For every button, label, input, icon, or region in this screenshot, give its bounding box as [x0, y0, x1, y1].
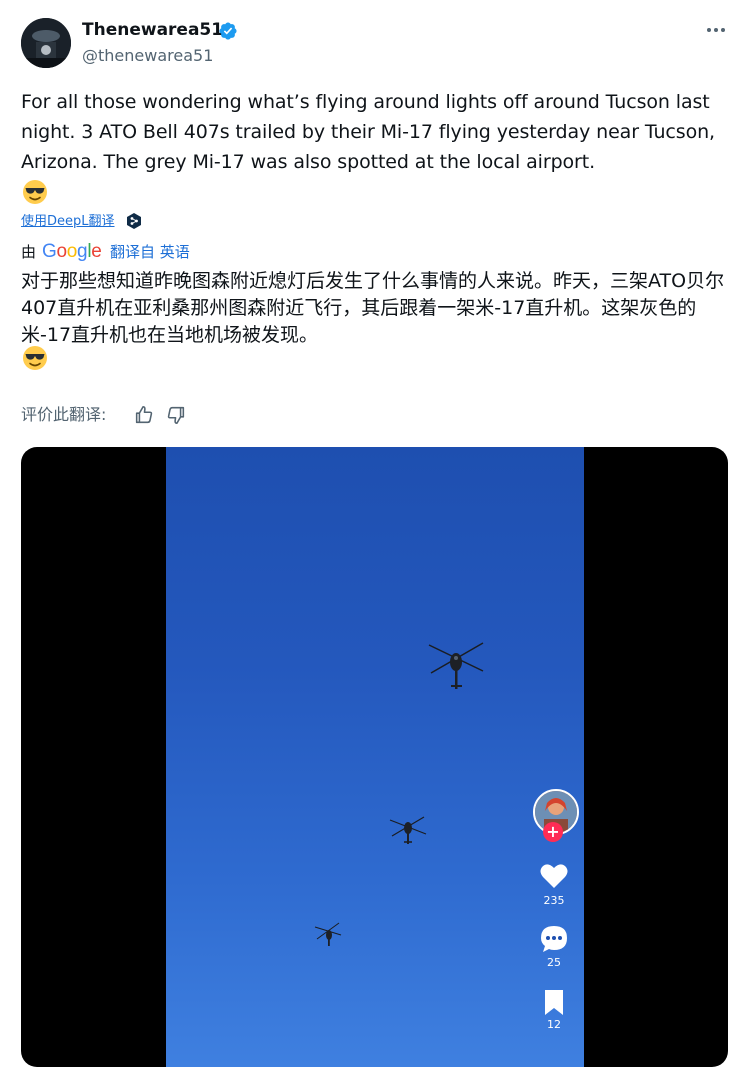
deepl-translate-link[interactable]: 使用DeepL翻译	[21, 212, 115, 232]
tweet-header: Thenewarea51 @thenewarea51	[0, 0, 745, 90]
thumbs-down-icon[interactable]	[165, 404, 187, 426]
tweet-text: For all those wondering what’s flying ar…	[21, 91, 715, 173]
thumbs-up-icon[interactable]	[133, 404, 155, 426]
comment-icon[interactable]	[539, 924, 569, 954]
likes-count: 235	[543, 894, 565, 907]
author-handle[interactable]: @thenewarea51	[82, 45, 213, 67]
helicopter-icon	[389, 816, 427, 844]
translated-tweet-text: 对于那些想知道昨晚图森附近熄灯后发生了什么事情的人来说。昨天，三架ATO贝尔40…	[21, 270, 725, 346]
author-avatar[interactable]	[21, 18, 71, 68]
sunglasses-emoji-icon	[23, 346, 47, 370]
video-frame	[166, 447, 584, 1067]
heart-icon[interactable]	[539, 861, 569, 891]
author-display-name[interactable]: Thenewarea51	[82, 19, 223, 41]
translated-from-language[interactable]: 翻译自 英语	[110, 240, 190, 264]
more-options-icon[interactable]	[704, 20, 728, 40]
saves-count: 12	[547, 1018, 561, 1031]
follow-plus-icon[interactable]: +	[543, 822, 563, 842]
google-logo: Google	[42, 241, 102, 262]
embedded-video[interactable]: + 235 25 12	[21, 447, 728, 1067]
sunglasses-emoji-icon	[23, 180, 47, 204]
rate-translation-label: 评价此翻译:	[21, 405, 107, 424]
helicopter-icon	[314, 922, 342, 946]
translated-by-label: 由	[21, 243, 37, 261]
deepl-icon[interactable]	[125, 212, 143, 230]
comments-count: 25	[547, 956, 561, 969]
helicopter-icon	[428, 642, 484, 689]
bookmark-icon[interactable]	[539, 987, 569, 1017]
verified-badge-icon	[219, 22, 237, 40]
